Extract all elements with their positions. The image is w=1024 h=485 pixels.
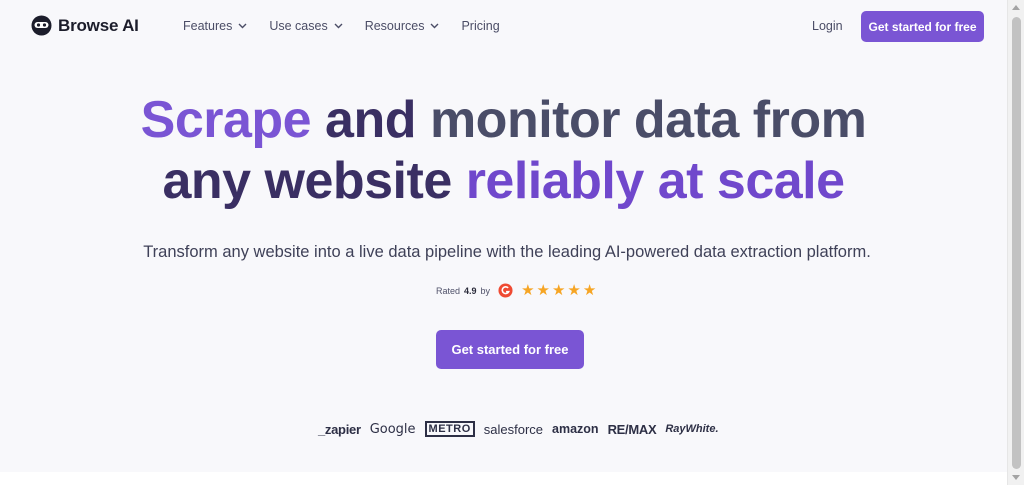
nav-pricing-label: Pricing xyxy=(461,19,500,33)
rating-badge: Rated 4.9 by ★ ★ ★ ★ ★ xyxy=(436,283,596,298)
star-icon: ★ xyxy=(551,282,566,299)
scroll-down-arrow-icon[interactable] xyxy=(1012,475,1020,480)
scroll-up-arrow-icon[interactable] xyxy=(1012,5,1020,10)
remax-logo: RE/MAX xyxy=(607,421,657,437)
hero-title-any-website: any website xyxy=(162,152,466,210)
nav-use-cases-label: Use cases xyxy=(269,19,328,33)
scrollbar-thumb[interactable] xyxy=(1012,17,1021,469)
hero-title-line-2: any website reliably at scale xyxy=(0,151,1007,212)
hero-title-line-1: Scrape and monitor data from xyxy=(0,90,1007,151)
hero-title-and: and xyxy=(325,91,430,149)
customer-logos: _zapier Google METRO salesforce amazon R… xyxy=(318,420,728,438)
chevron-down-icon xyxy=(430,23,439,29)
hero-title: Scrape and monitor data from any website… xyxy=(0,90,1007,212)
zapier-logo: _zapier xyxy=(318,421,361,437)
get-started-hero-button[interactable]: Get started for free xyxy=(436,330,584,369)
g2-logo-icon xyxy=(498,283,513,298)
nav-use-cases[interactable]: Use cases xyxy=(269,19,343,33)
rating-suffix: by xyxy=(480,285,491,296)
hero-title-reliably: reliably at scale xyxy=(465,152,845,210)
star-rating: ★ ★ ★ ★ ★ xyxy=(521,283,596,298)
next-section-edge xyxy=(0,472,1007,485)
brand-logo[interactable]: Browse AI xyxy=(31,15,139,36)
google-logo: Google xyxy=(369,421,416,437)
brand-name: Browse AI xyxy=(58,15,139,35)
chevron-down-icon xyxy=(238,23,247,29)
nav-pricing[interactable]: Pricing xyxy=(461,19,499,33)
salesforce-logo: salesforce xyxy=(483,421,544,437)
nav-features-label: Features xyxy=(183,19,233,33)
login-link[interactable]: Login xyxy=(812,19,843,33)
hero-subtitle: Transform any website into a live data p… xyxy=(143,243,871,261)
vertical-scrollbar[interactable] xyxy=(1007,0,1024,485)
rating-value: 4.9 xyxy=(464,285,477,296)
nav-features[interactable]: Features xyxy=(183,19,247,33)
star-icon: ★ xyxy=(521,282,535,299)
nav-resources-label: Resources xyxy=(364,19,425,33)
star-icon: ★ xyxy=(536,282,550,299)
amazon-logo: amazon xyxy=(552,422,599,436)
site-header: Browse AI Features Use cases Resources P… xyxy=(0,0,1007,54)
star-icon: ★ xyxy=(567,282,581,299)
star-icon: ★ xyxy=(582,282,597,299)
metro-logo: METRO xyxy=(424,421,475,437)
get-started-header-button[interactable]: Get started for free xyxy=(861,11,984,42)
nav-resources[interactable]: Resources xyxy=(365,19,440,33)
chevron-down-icon xyxy=(334,23,343,29)
main-nav: Features Use cases Resources Pricing xyxy=(183,19,522,33)
hero-title-monitor: monitor data from xyxy=(429,91,867,149)
hero-title-scrape: Scrape xyxy=(140,91,326,149)
robot-logo-icon xyxy=(31,15,52,36)
raywhite-logo: RayWhite. xyxy=(665,423,719,435)
rating-prefix: Rated xyxy=(436,285,461,296)
